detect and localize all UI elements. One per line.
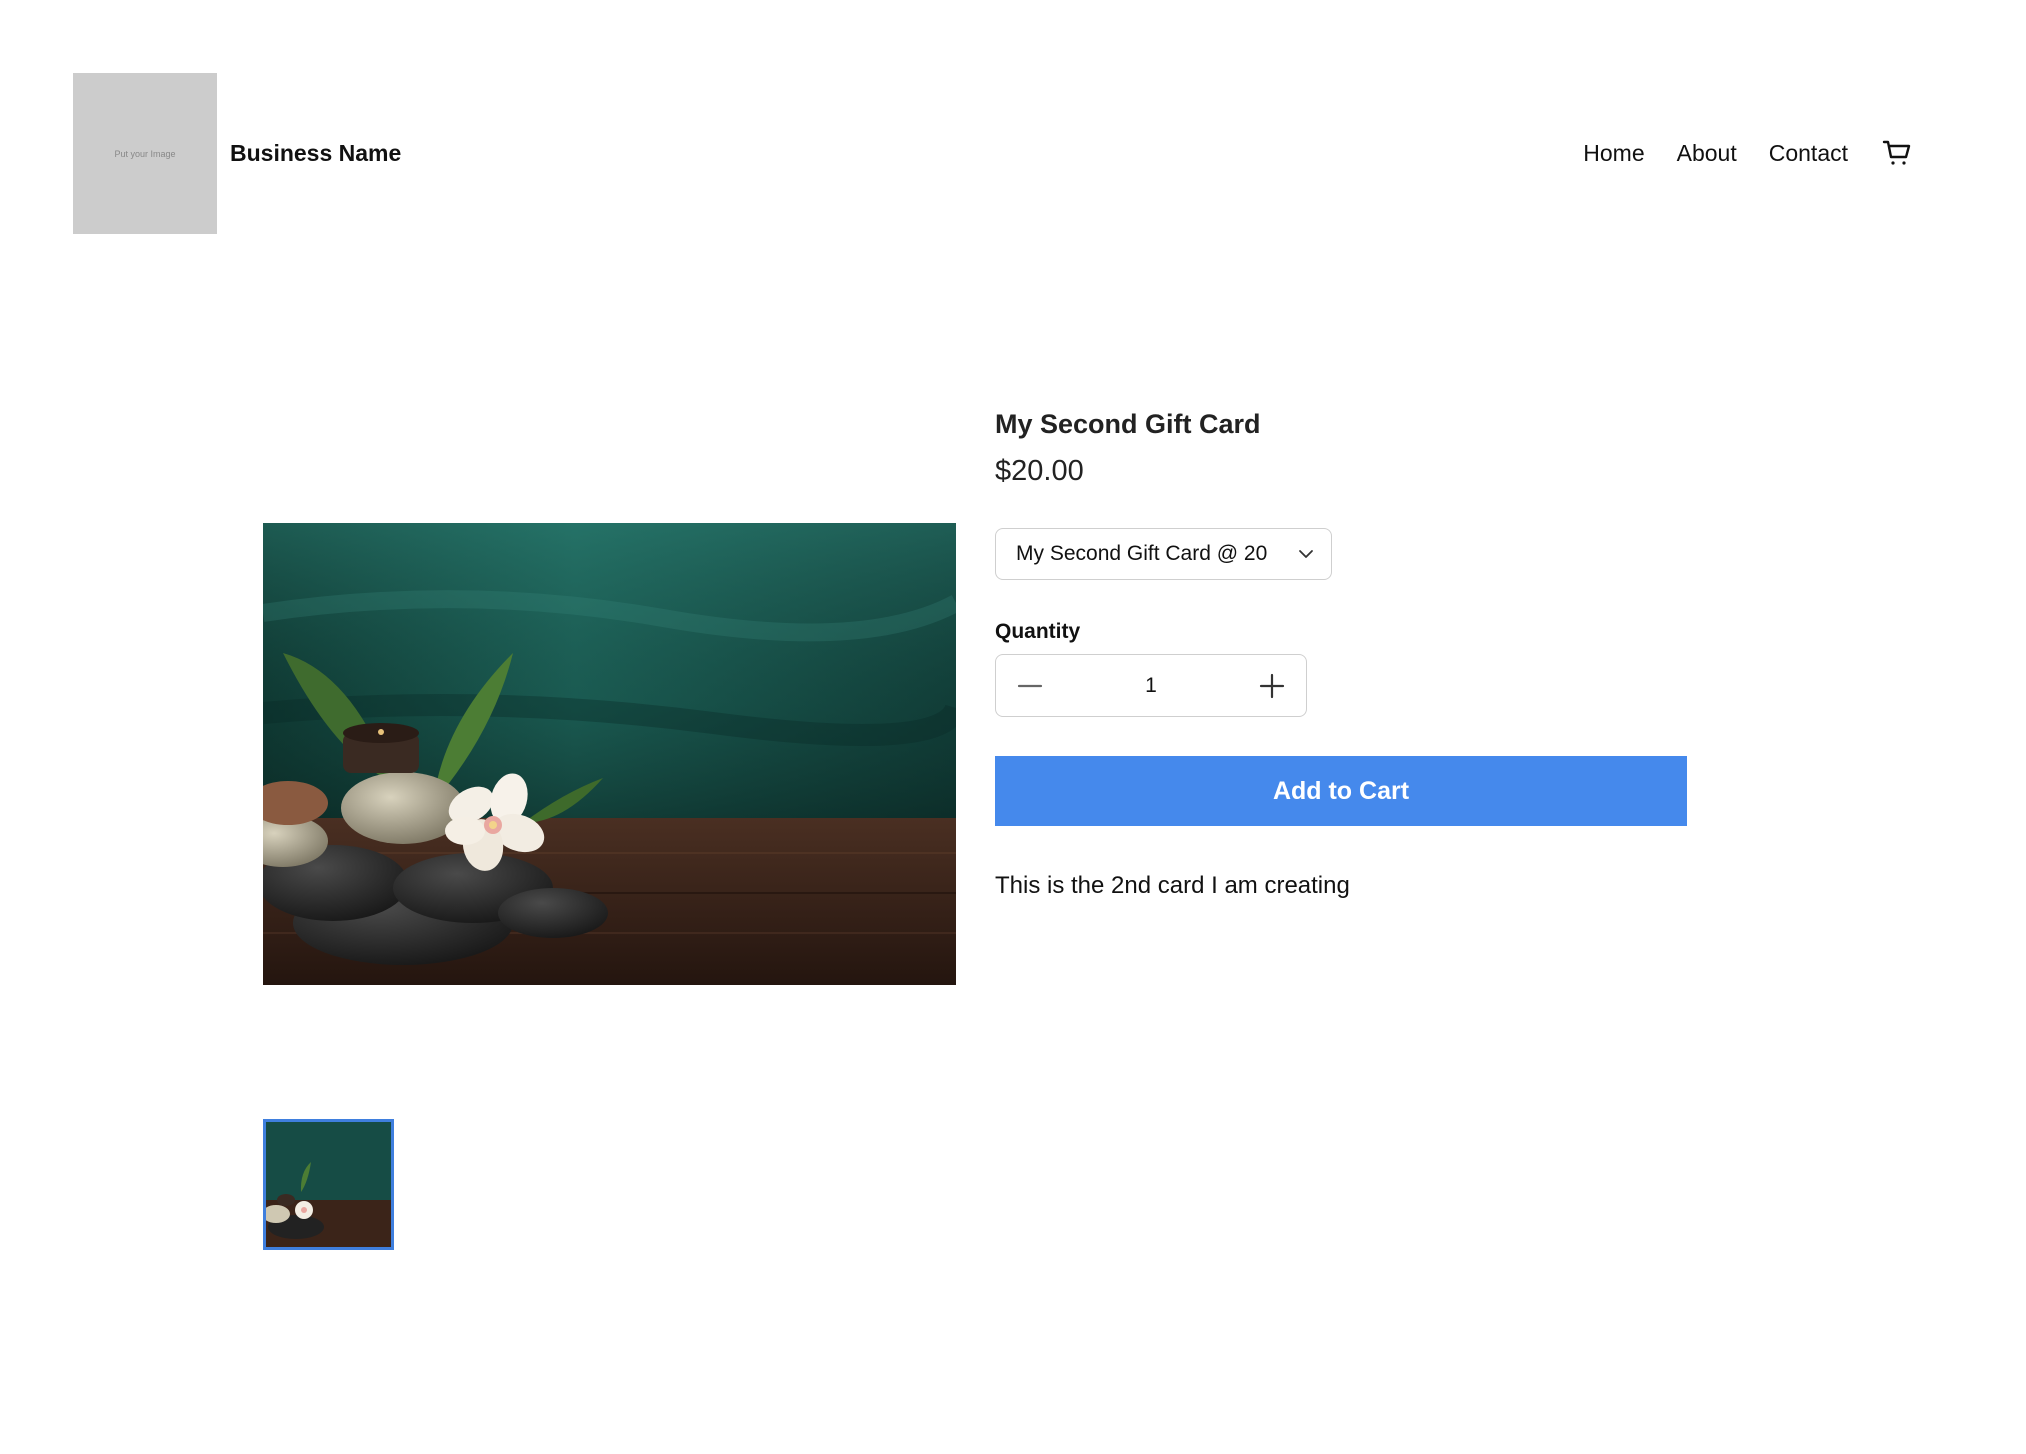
product-thumbnail[interactable] — [263, 1119, 394, 1250]
chevron-down-icon — [1297, 545, 1315, 563]
variant-selected-value: My Second Gift Card @ 20 — [1016, 542, 1268, 565]
business-name[interactable]: Business Name — [230, 138, 401, 168]
product-title: My Second Gift Card — [995, 409, 1261, 439]
nav-home-link[interactable]: Home — [1583, 138, 1644, 168]
nav-about-link[interactable]: About — [1677, 138, 1737, 168]
quantity-stepper: 1 — [995, 654, 1307, 717]
logo-placeholder[interactable]: Put your Image — [73, 73, 217, 234]
shopping-cart-icon[interactable] — [1880, 136, 1914, 170]
variant-select[interactable]: My Second Gift Card @ 20 — [995, 528, 1332, 580]
nav-contact-link[interactable]: Contact — [1769, 138, 1848, 168]
quantity-label: Quantity — [995, 620, 1081, 643]
logo-placeholder-text: Put your Image — [114, 148, 176, 159]
add-to-cart-button[interactable]: Add to Cart — [995, 756, 1687, 826]
minus-icon[interactable] — [1016, 672, 1044, 700]
plus-icon[interactable] — [1258, 672, 1286, 700]
product-description: This is the 2nd card I am creating — [995, 872, 1350, 899]
product-details: My Second Gift Card $20.00 My Second Gif… — [995, 405, 1687, 902]
quantity-value[interactable]: 1 — [1145, 674, 1157, 698]
product-price: $20.00 — [995, 455, 1084, 487]
main-nav: Home About Contact — [1583, 138, 1914, 168]
product-main-image — [263, 523, 956, 985]
